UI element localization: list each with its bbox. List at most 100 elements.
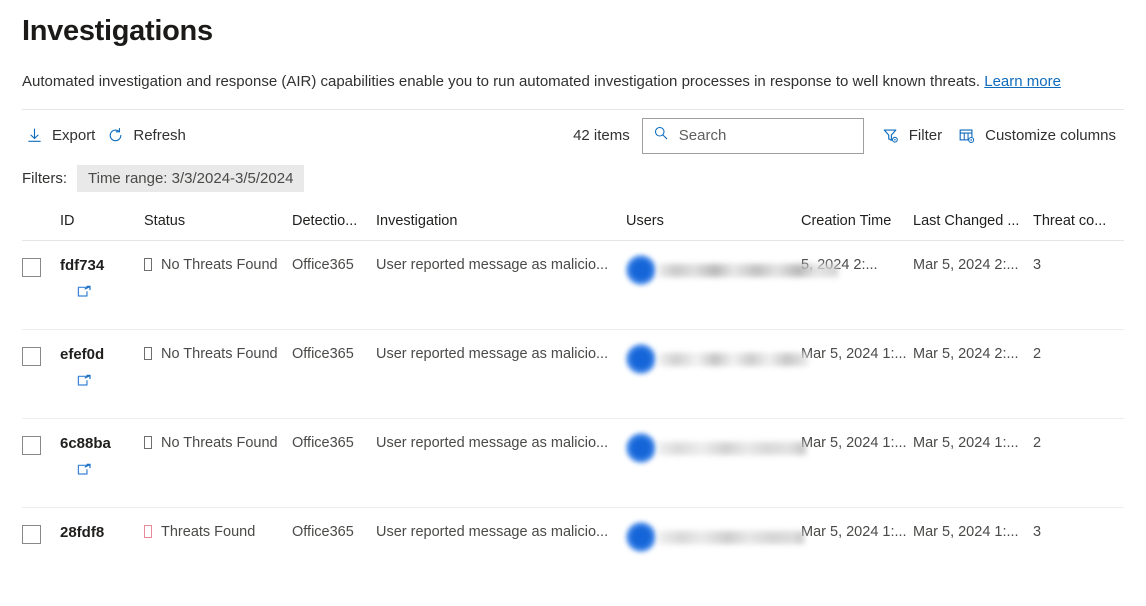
table-header-row: ID Status Detectio... Investigation User… — [22, 202, 1124, 241]
avatar — [626, 343, 656, 374]
cell-creation-time: Mar 5, 2024 1:... — [801, 345, 907, 362]
export-label: Export — [52, 127, 96, 145]
customize-columns-button[interactable]: Customize columns — [954, 123, 1124, 149]
status-text: No Threats Found — [161, 345, 278, 362]
filter-button[interactable]: Filter — [878, 123, 950, 149]
cell-creation-time: Mar 5, 2024 1:... — [801, 434, 907, 451]
redacted-user-name — [658, 353, 808, 367]
cell-users — [626, 432, 806, 463]
download-arrow-icon — [26, 127, 43, 144]
command-bar: Export Refresh 42 items Search Filter Cu… — [0, 110, 1146, 162]
open-in-new-window-icon[interactable] — [76, 463, 144, 479]
column-header-threat-count[interactable]: Threat co... — [1033, 213, 1118, 229]
refresh-label: Refresh — [133, 127, 186, 145]
cell-investigation: User reported message as malicio... — [376, 256, 609, 273]
status-text: Threats Found — [161, 523, 256, 540]
cell-id: 28fdf8 — [60, 524, 144, 541]
column-header-last-changed[interactable]: Last Changed ... — [913, 213, 1033, 229]
cell-status: No Threats Found — [144, 435, 292, 451]
column-header-users[interactable]: Users — [626, 213, 801, 229]
cell-last-changed: Mar 5, 2024 2:... — [913, 256, 1019, 273]
items-count: 42 items — [573, 127, 630, 145]
redacted-user-name — [658, 264, 838, 278]
redacted-user-name — [658, 442, 806, 456]
investigation-id-link[interactable]: fdf734 — [60, 257, 144, 274]
column-header-creation-time[interactable]: Creation Time — [801, 213, 913, 229]
investigations-table: ID Status Detectio... Investigation User… — [0, 202, 1146, 597]
cell-creation-time: Mar 5, 2024 1:... — [801, 523, 907, 540]
filter-label: Filter — [908, 127, 943, 145]
row-checkbox[interactable] — [22, 524, 41, 544]
cell-status: No Threats Found — [144, 346, 292, 362]
search-box[interactable] — [641, 117, 864, 154]
cell-investigation: User reported message as malicio... — [376, 345, 609, 362]
cell-id: fdf734 — [60, 257, 144, 301]
status-badge: No Threats Found — [144, 257, 292, 273]
row-select-cell — [22, 257, 60, 277]
investigation-id-link[interactable]: 28fdf8 — [60, 524, 144, 541]
table-gear-icon — [958, 127, 976, 145]
investigation-id-link[interactable]: efef0d — [60, 346, 144, 363]
avatar — [626, 432, 656, 463]
status-badge: Threats Found — [144, 524, 292, 540]
filters-label: Filters: — [22, 170, 67, 188]
row-select-cell — [22, 524, 60, 544]
table-row[interactable]: efef0d No Threats Found Office365 User r… — [22, 330, 1124, 419]
column-header-id[interactable]: ID — [60, 213, 144, 229]
column-header-detection[interactable]: Detectio... — [292, 213, 376, 229]
open-in-new-window-icon[interactable] — [76, 285, 144, 301]
cell-last-changed: Mar 5, 2024 2:... — [913, 345, 1019, 362]
row-select-cell — [22, 435, 60, 455]
cell-detection: Office365 — [292, 345, 354, 362]
customize-columns-label: Customize columns — [985, 127, 1116, 145]
open-in-new-window-icon[interactable] — [76, 374, 144, 390]
status-text: No Threats Found — [161, 256, 278, 273]
cell-users — [626, 343, 808, 374]
cell-threat-count: 3 — [1033, 256, 1042, 273]
page-title: Investigations — [22, 15, 213, 47]
export-button[interactable]: Export — [22, 123, 103, 148]
right-commands: Filter Customize columns — [878, 123, 1124, 149]
investigation-id-link[interactable]: 6c88ba — [60, 435, 144, 452]
row-checkbox[interactable] — [22, 257, 41, 277]
filter-gear-icon — [882, 127, 900, 145]
cell-investigation: User reported message as malicio... — [376, 523, 609, 540]
refresh-icon — [107, 127, 124, 144]
search-input[interactable] — [676, 126, 855, 146]
table-row[interactable]: 6c88ba No Threats Found Office365 User r… — [22, 419, 1124, 508]
table-row[interactable]: 28fdf8 Threats Found Office365 User repo… — [22, 508, 1124, 597]
status-badge: No Threats Found — [144, 435, 292, 451]
redacted-user-name — [658, 531, 804, 545]
column-header-status[interactable]: Status — [144, 213, 292, 229]
status-text: No Threats Found — [161, 434, 278, 451]
cell-threat-count: 2 — [1033, 345, 1042, 362]
avatar — [626, 521, 656, 552]
row-checkbox[interactable] — [22, 346, 41, 366]
cell-threat-count: 2 — [1033, 434, 1042, 451]
refresh-button[interactable]: Refresh — [103, 123, 194, 148]
cell-threat-count: 3 — [1033, 523, 1042, 540]
status-icon — [144, 436, 152, 450]
cell-investigation: User reported message as malicio... — [376, 434, 609, 451]
cell-status: Threats Found — [144, 524, 292, 540]
table-row[interactable]: fdf734 No Threats Found Office365 User r… — [22, 241, 1124, 330]
cell-users — [626, 254, 838, 285]
cell-users — [626, 521, 804, 552]
filter-pill-time-range[interactable]: Time range: 3/3/2024-3/5/2024 — [77, 165, 305, 193]
cell-detection: Office365 — [292, 434, 354, 451]
row-select-cell — [22, 346, 60, 366]
status-icon — [144, 525, 152, 539]
page-description: Automated investigation and response (AI… — [22, 71, 1082, 93]
avatar — [626, 254, 656, 285]
column-header-investigation[interactable]: Investigation — [376, 213, 626, 229]
filters-row: Filters: Time range: 3/3/2024-3/5/2024 — [0, 162, 1146, 196]
learn-more-link[interactable]: Learn more — [984, 73, 1061, 90]
search-icon — [653, 125, 669, 146]
status-badge: No Threats Found — [144, 346, 292, 362]
status-icon — [144, 258, 152, 272]
cell-id: efef0d — [60, 346, 144, 390]
cell-last-changed: Mar 5, 2024 1:... — [913, 523, 1019, 540]
status-icon — [144, 347, 152, 361]
cell-detection: Office365 — [292, 256, 354, 273]
row-checkbox[interactable] — [22, 435, 41, 455]
